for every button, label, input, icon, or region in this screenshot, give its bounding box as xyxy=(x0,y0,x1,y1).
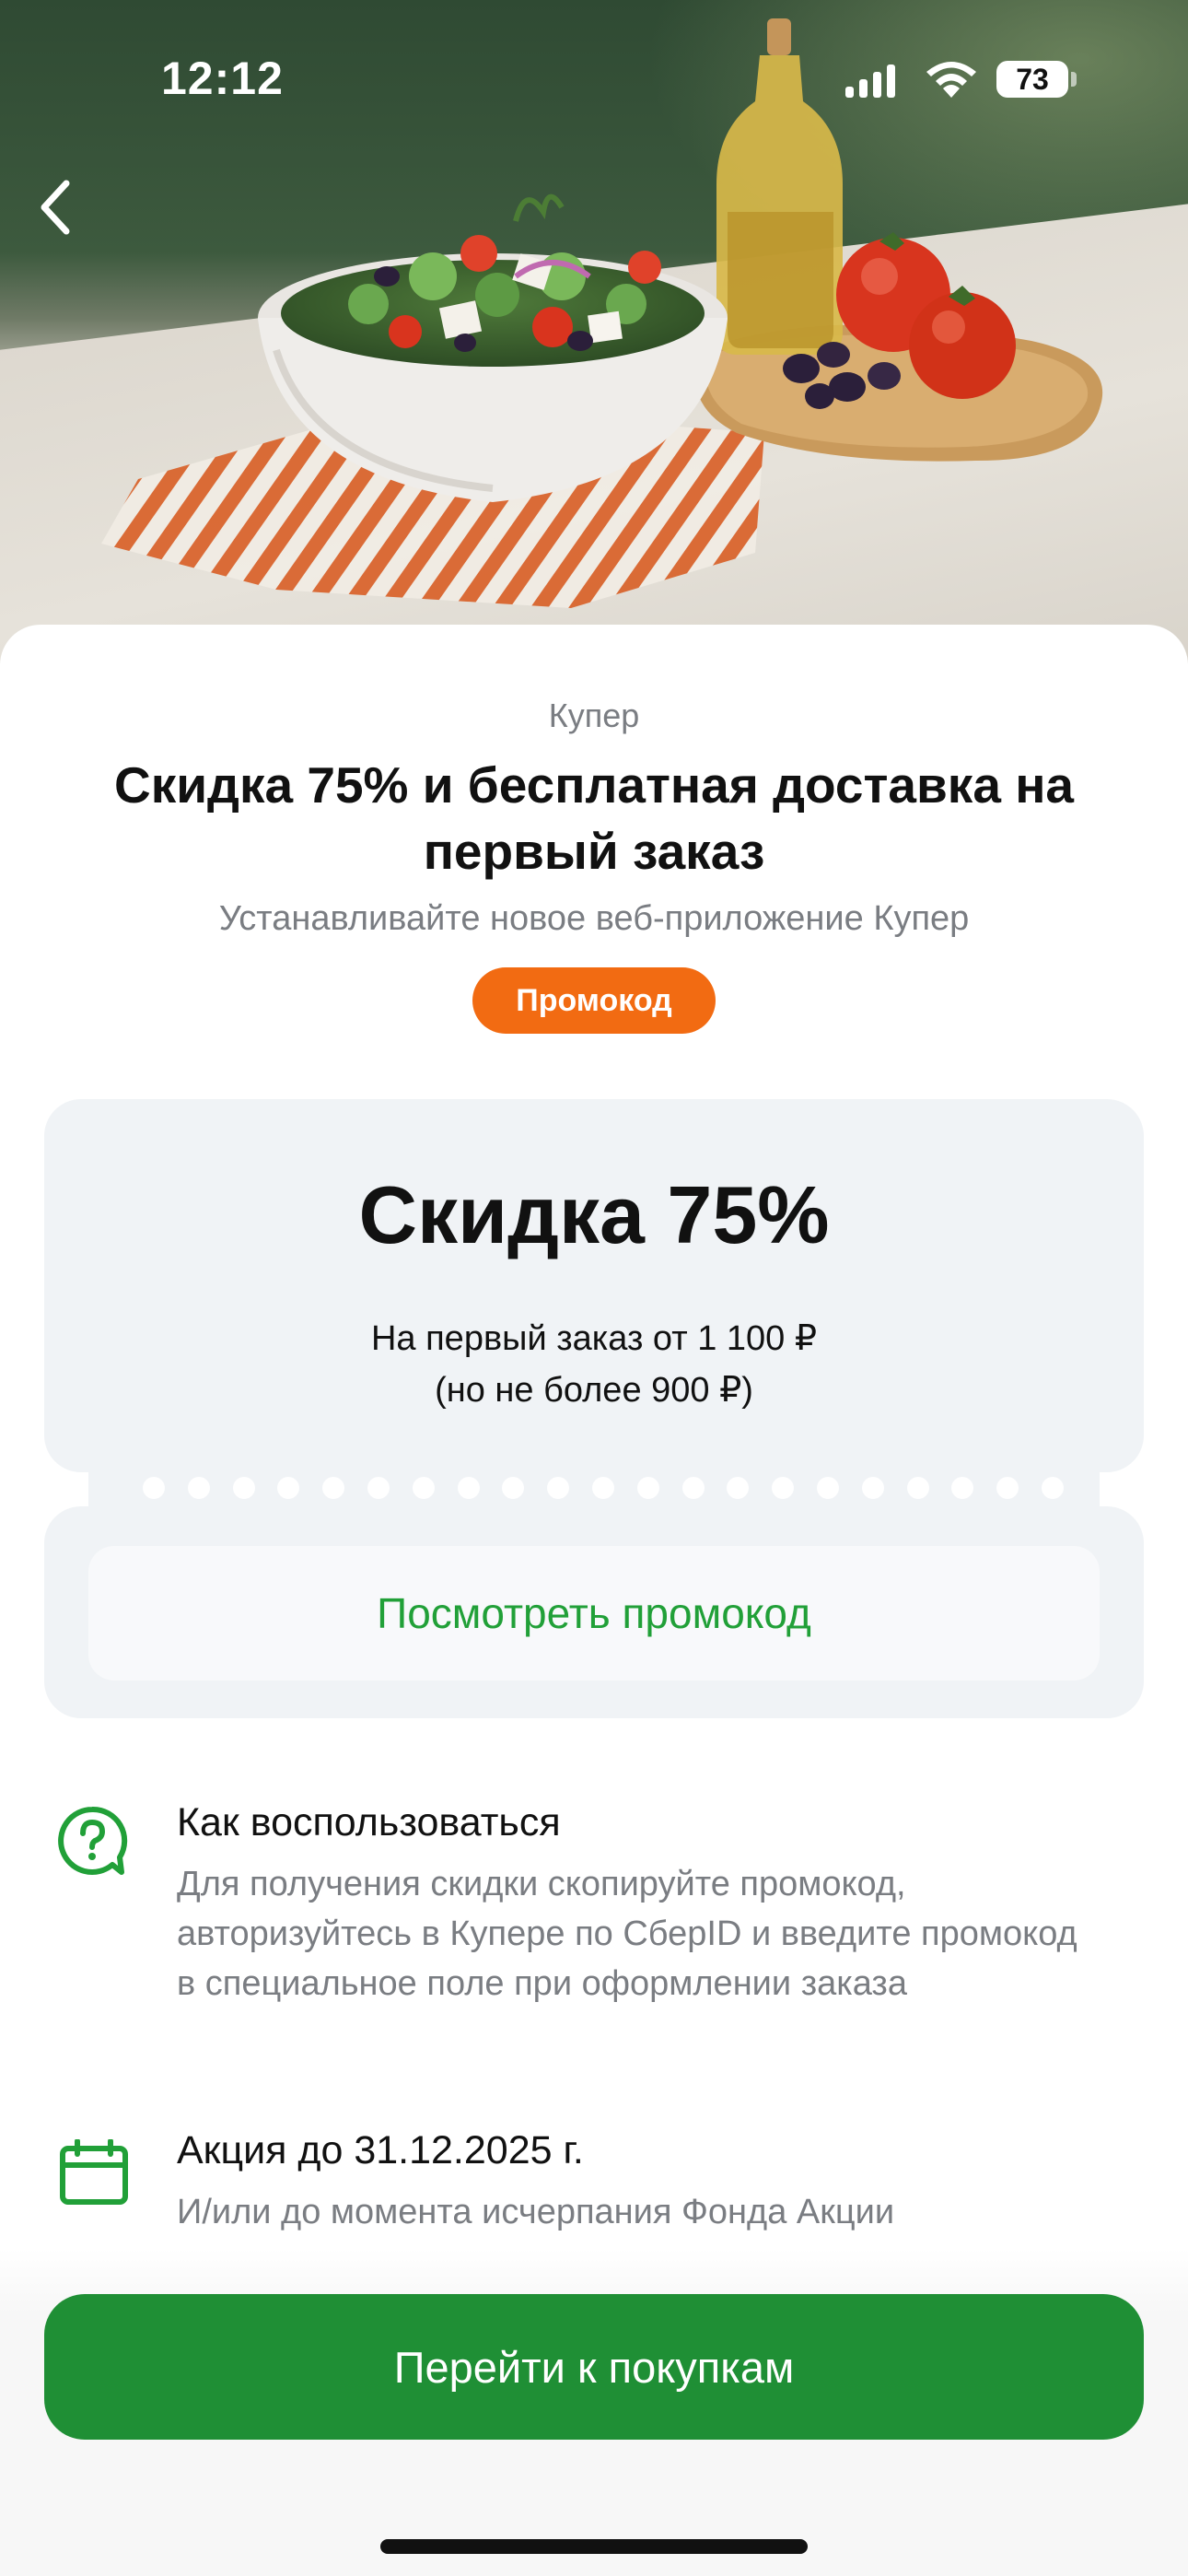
discount-condition: На первый заказ от 1 100 ₽ (но не более … xyxy=(44,1313,1144,1416)
calendar-icon xyxy=(60,2139,128,2205)
promo-badge: Промокод xyxy=(472,967,716,1034)
back-button[interactable] xyxy=(28,175,83,240)
offer-subtitle: Устанавливайте новое веб-приложение Купе… xyxy=(218,899,970,938)
battery-tip xyxy=(1071,72,1077,87)
discount-value: Скидка 75% xyxy=(358,1169,830,1260)
battery-icon: 73 xyxy=(996,61,1068,98)
how-to-use-text: Для получения скидки скопируйте промокод… xyxy=(177,1865,1077,2003)
status-time: 12:12 xyxy=(161,53,284,104)
go-shopping-button[interactable]: Перейти к покупкам xyxy=(44,2294,1144,2440)
chevron-left-icon xyxy=(41,180,70,235)
coupon-card xyxy=(44,1099,1144,1472)
offer-title: Скидка 75% и бесплатная доставка на перв… xyxy=(113,756,1075,880)
coupon-perforation xyxy=(143,1477,1064,1501)
cellular-signal-icon xyxy=(845,64,895,98)
battery-level: 73 xyxy=(1016,62,1049,96)
coupon-notch-right xyxy=(1118,1465,1170,1516)
brand-name: Купер xyxy=(548,697,640,734)
condition-line-1: На первый заказ от 1 100 ₽ xyxy=(370,1319,818,1358)
promo-end-note: И/или до момента исчерпания Фонда Акции xyxy=(177,2193,895,2231)
how-to-use-title: Как воспользоваться xyxy=(177,1800,561,1844)
condition-line-2: (но не более 900 ₽) xyxy=(435,1371,753,1410)
question-chat-icon xyxy=(58,1806,128,1875)
view-promo-button[interactable]: Посмотреть промокод xyxy=(88,1546,1100,1680)
status-bar: 12:12 73 xyxy=(0,0,1188,138)
home-indicator xyxy=(380,2539,808,2554)
coupon-notch-left xyxy=(18,1465,70,1516)
promo-end-date: Акция до 31.12.2025 г. xyxy=(177,2128,584,2172)
wifi-icon xyxy=(926,62,976,98)
